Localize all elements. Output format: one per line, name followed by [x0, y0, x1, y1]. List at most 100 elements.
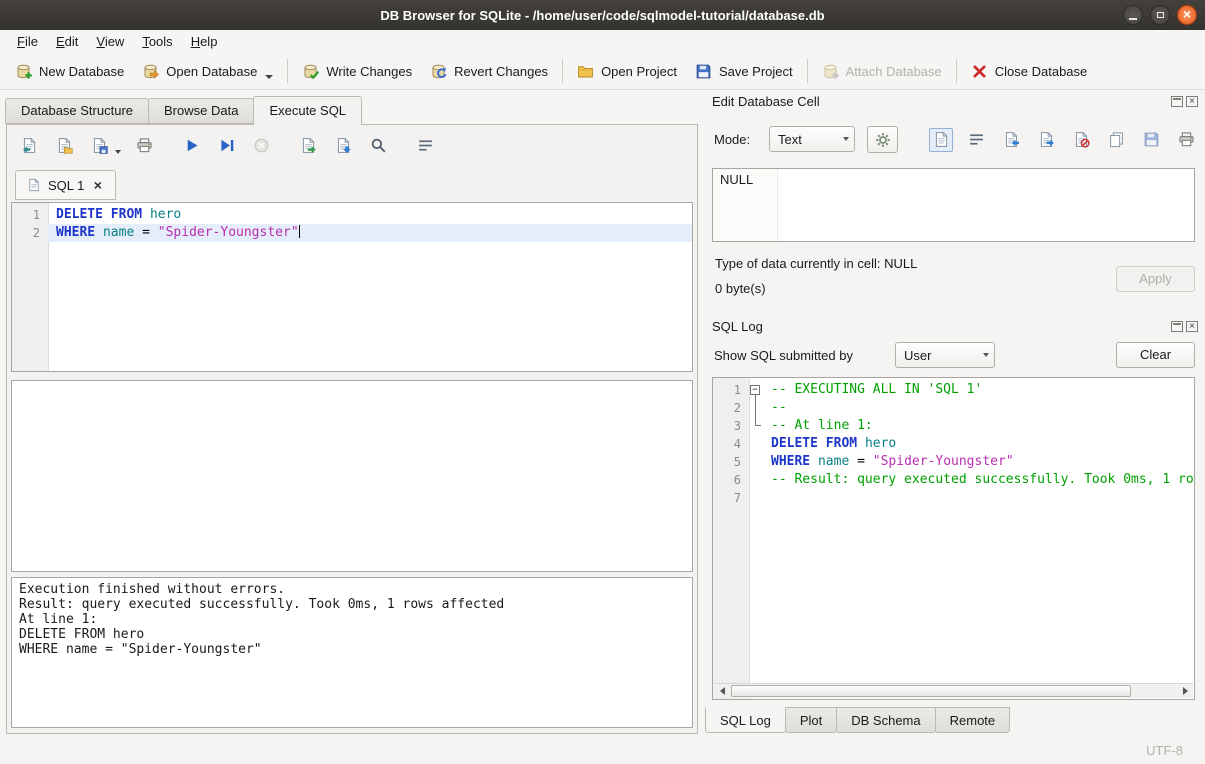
messages-pane[interactable]: Execution finished without errors.Result…: [11, 577, 693, 728]
scroll-left-icon[interactable]: [714, 684, 730, 699]
execute-current-line-icon[interactable]: [214, 133, 238, 157]
sql-editor[interactable]: 1DELETE FROM hero2WHERE name = "Spider-Y…: [11, 202, 693, 372]
code-line[interactable]: 1DELETE FROM hero: [12, 206, 692, 224]
code-line[interactable]: 2WHERE name = "Spider-Youngster": [12, 224, 692, 242]
new-database-button[interactable]: New Database: [6, 58, 133, 85]
tab-plot[interactable]: Plot: [785, 707, 837, 733]
mode-select[interactable]: Text: [769, 126, 855, 152]
menu-tools[interactable]: Tools: [133, 31, 181, 52]
main-tabs: Database Structure Browse Data Execute S…: [5, 96, 361, 125]
cell-value: NULL: [720, 172, 753, 187]
cell-icon-buttons: [929, 126, 1198, 153]
export-csv-icon[interactable]: [296, 133, 320, 157]
toolbar-label: New Database: [39, 64, 124, 79]
execute-all-icon[interactable]: [179, 133, 203, 157]
open-project-icon: [577, 63, 594, 80]
open-sql-new-tab-icon[interactable]: [17, 133, 41, 157]
horizontal-scrollbar[interactable]: [714, 683, 1193, 698]
save-project-button[interactable]: Save Project: [686, 58, 802, 85]
close-database-button[interactable]: Close Database: [962, 58, 1097, 85]
menu-help[interactable]: Help: [182, 31, 227, 52]
cell-settings-button[interactable]: [867, 126, 898, 153]
sql-editor-lines: 1DELETE FROM hero2WHERE name = "Spider-Y…: [12, 203, 692, 242]
maximize-button[interactable]: [1150, 5, 1170, 25]
set-null-icon[interactable]: [1069, 128, 1093, 152]
code-line[interactable]: 6-- Result: query executed successfully.…: [713, 471, 1194, 489]
revert-changes-icon: [430, 63, 447, 80]
open-database-button[interactable]: Open Database: [133, 58, 282, 85]
tab-browse-data[interactable]: Browse Data: [148, 98, 254, 124]
chevron-down-icon: [837, 127, 854, 151]
code-line[interactable]: 4DELETE FROM hero: [713, 435, 1194, 453]
tab-sql-log[interactable]: SQL Log: [705, 707, 786, 733]
float-panel-icon[interactable]: [1171, 321, 1183, 332]
toolbar-separator: [807, 59, 808, 83]
encoding-indicator[interactable]: UTF-8: [1146, 743, 1183, 758]
text-mode-icon[interactable]: [929, 128, 953, 152]
stop-icon[interactable]: [249, 133, 273, 157]
close-button[interactable]: [1177, 5, 1197, 25]
bottom-tabs: SQL Log Plot DB Schema Remote: [705, 707, 1009, 733]
right-panel: Edit Database Cell Mode: Text: [705, 90, 1205, 735]
import-file-icon[interactable]: [999, 128, 1023, 152]
save-sql-file-icon[interactable]: [87, 133, 111, 157]
mode-label: Mode:: [714, 132, 750, 147]
minimize-button[interactable]: [1123, 5, 1143, 25]
code-line[interactable]: 2--: [713, 399, 1194, 417]
scroll-right-icon[interactable]: [1177, 684, 1193, 699]
edit-cell-title: Edit Database Cell: [712, 94, 820, 109]
print-icon[interactable]: [132, 133, 156, 157]
toolbar-label: Close Database: [995, 64, 1088, 79]
titlebar: DB Browser for SQLite - /home/user/code/…: [0, 0, 1205, 30]
apply-button[interactable]: Apply: [1116, 266, 1195, 292]
export-file-icon[interactable]: [1034, 128, 1058, 152]
log-filter-select[interactable]: User: [895, 342, 995, 368]
menu-view[interactable]: View: [87, 31, 133, 52]
attach-database-button[interactable]: Attach Database: [813, 58, 951, 85]
float-panel-icon[interactable]: [1171, 96, 1183, 107]
window-title: DB Browser for SQLite - /home/user/code/…: [380, 8, 824, 23]
sql-log-dock-icons: [1171, 321, 1198, 332]
code-line[interactable]: 3-- At line 1:: [713, 417, 1194, 435]
tab-execute-sql[interactable]: Execute SQL: [253, 96, 362, 125]
sql-tab[interactable]: SQL 1: [15, 170, 116, 200]
open-sql-file-icon[interactable]: [52, 133, 76, 157]
scrollbar-thumb[interactable]: [731, 685, 1131, 697]
edit-cell-toolbar: Mode: Text: [712, 126, 1198, 153]
toolbar-separator: [956, 59, 957, 83]
word-wrap-icon[interactable]: [413, 133, 437, 157]
code-line[interactable]: 7: [713, 489, 1194, 507]
write-changes-button[interactable]: Write Changes: [293, 58, 421, 85]
mode-select-value: Text: [778, 132, 802, 147]
tab-database-structure[interactable]: Database Structure: [5, 98, 149, 124]
word-wrap-icon[interactable]: [964, 128, 988, 152]
tab-remote[interactable]: Remote: [935, 707, 1011, 733]
minimize-icon: [1129, 18, 1137, 20]
sql-tabbar: SQL 1: [15, 170, 116, 200]
close-panel-icon[interactable]: [1186, 321, 1198, 332]
copy-icon[interactable]: [1104, 128, 1128, 152]
results-pane[interactable]: [11, 380, 693, 572]
new-database-icon: [15, 63, 32, 80]
sql-log-view[interactable]: 1-- EXECUTING ALL IN 'SQL 1'2--3-- At li…: [712, 377, 1195, 700]
code-line[interactable]: 1-- EXECUTING ALL IN 'SQL 1': [713, 381, 1194, 399]
menu-file[interactable]: File: [8, 31, 47, 52]
cell-editor[interactable]: NULL: [712, 168, 1195, 242]
close-panel-icon[interactable]: [1186, 96, 1198, 107]
code-line[interactable]: 5WHERE name = "Spider-Youngster": [713, 453, 1194, 471]
sql-tab-label: SQL 1: [48, 178, 84, 193]
save-icon[interactable]: [1139, 128, 1163, 152]
find-replace-icon[interactable]: [366, 133, 390, 157]
sql-log-header: SQL Log: [712, 317, 1198, 335]
menu-edit[interactable]: Edit: [47, 31, 87, 52]
save-as-view-icon[interactable]: [331, 133, 355, 157]
revert-changes-button[interactable]: Revert Changes: [421, 58, 557, 85]
open-project-button[interactable]: Open Project: [568, 58, 686, 85]
tab-db-schema[interactable]: DB Schema: [836, 707, 935, 733]
sql-tab-close-icon[interactable]: [91, 179, 104, 192]
save-sql-dropdown-icon[interactable]: [115, 150, 121, 154]
open-database-dropdown-icon[interactable]: [265, 75, 273, 79]
print-icon[interactable]: [1174, 128, 1198, 152]
clear-log-button[interactable]: Clear: [1116, 342, 1195, 368]
sql-log-lines: 1-- EXECUTING ALL IN 'SQL 1'2--3-- At li…: [713, 378, 1194, 507]
